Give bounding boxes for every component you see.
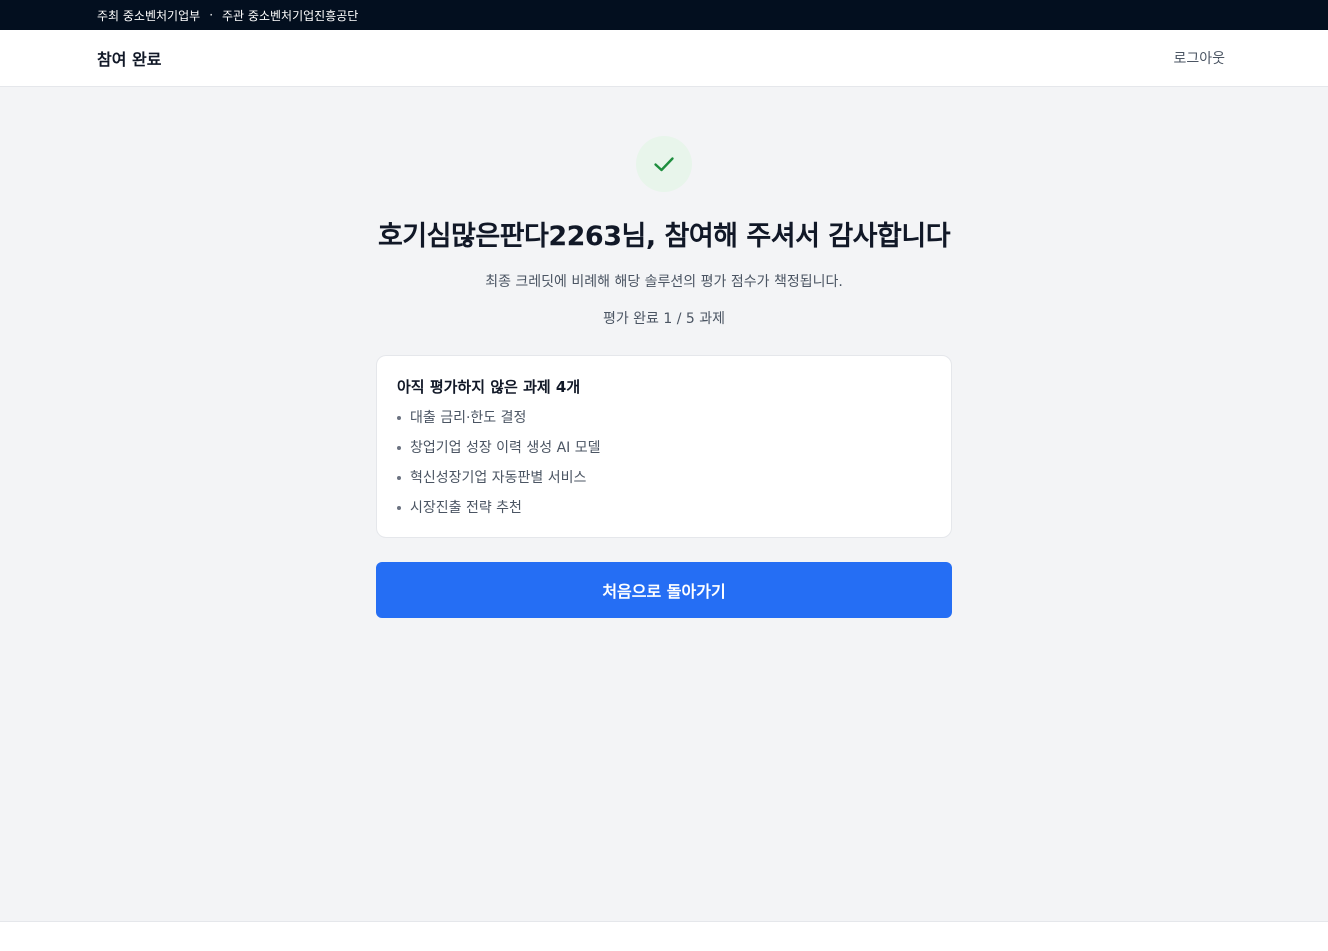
main-content: 호기심많은판다2263님, 참여해 주셔서 감사합니다 최종 크레딧에 비례해 … <box>0 87 1328 922</box>
success-badge <box>636 136 692 192</box>
scoring-notice: 최종 크레딧에 비례해 해당 솔루션의 평가 점수가 책정됩니다. <box>485 274 843 290</box>
logout-link[interactable]: 로그아웃 <box>1173 48 1225 68</box>
thank-you-heading: 호기심많은판다2263님, 참여해 주셔서 감사합니다 <box>377 221 951 252</box>
back-to-start-button[interactable]: 처음으로 돌아가기 <box>376 562 952 618</box>
page-header: 참여 완료 로그아웃 <box>0 30 1328 87</box>
task-name: 혁신성장기업 자동판별 서비스 <box>410 470 587 486</box>
pending-tasks-title: 아직 평가하지 않은 과제 4개 <box>397 378 581 396</box>
bullet-icon <box>397 506 401 510</box>
task-name: 대출 금리·한도 결정 <box>410 410 527 426</box>
page-title: 참여 완료 <box>97 50 162 69</box>
list-item: 창업기업 성장 이력 생성 AI 모델 <box>397 433 931 463</box>
task-name: 창업기업 성장 이력 생성 AI 모델 <box>410 440 601 456</box>
banner-separator: · <box>209 8 214 22</box>
check-icon <box>654 157 674 172</box>
task-name: 시장진출 전략 추천 <box>410 500 522 516</box>
organizer-label: 주관 중소벤처기업진흥공단 <box>222 8 359 23</box>
completion-panel: 호기심많은판다2263님, 참여해 주셔서 감사합니다 최종 크레딧에 비례해 … <box>376 87 952 618</box>
top-banner: 주최 중소벤처기업부 · 주관 중소벤처기업진흥공단 <box>0 0 1328 30</box>
host-label: 주최 중소벤처기업부 <box>97 8 201 23</box>
bullet-icon <box>397 476 401 480</box>
pending-tasks-list: 대출 금리·한도 결정 창업기업 성장 이력 생성 AI 모델 혁신성장기업 자… <box>397 403 931 523</box>
bullet-icon <box>397 446 401 450</box>
list-item: 시장진출 전략 추천 <box>397 493 931 523</box>
evaluation-progress: 평가 완료 1 / 5 과제 <box>602 311 726 327</box>
bullet-icon <box>397 416 401 420</box>
pending-tasks-card: 아직 평가하지 않은 과제 4개 대출 금리·한도 결정 창업기업 성장 이력 … <box>376 355 952 538</box>
list-item: 혁신성장기업 자동판별 서비스 <box>397 463 931 493</box>
list-item: 대출 금리·한도 결정 <box>397 403 931 433</box>
